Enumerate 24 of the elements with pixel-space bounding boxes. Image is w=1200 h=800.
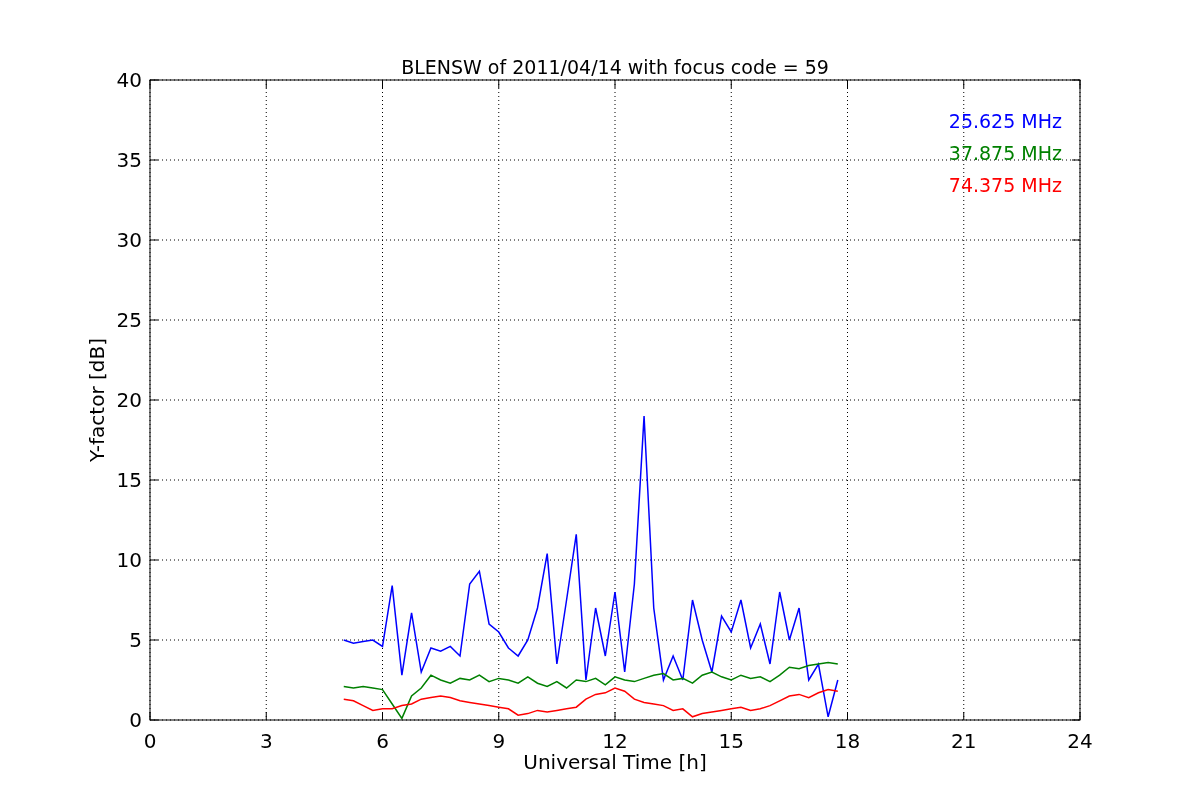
tick-label: 40	[116, 68, 142, 92]
tick-label: 30	[116, 228, 142, 252]
tick-label: 20	[116, 388, 142, 412]
legend-label: 25.625 MHz	[948, 110, 1062, 132]
tick-label: 5	[129, 628, 142, 652]
tick-label: 3	[259, 729, 273, 753]
tick-label: 12	[602, 729, 628, 753]
legend-label: 37.875 MHz	[948, 142, 1062, 164]
tick-label: 0	[143, 729, 157, 753]
tick-label: 15	[116, 468, 142, 492]
legend-label: 74.375 MHz	[948, 174, 1062, 196]
tick-label: 18	[834, 729, 861, 753]
chart-title: BLENSW of 2011/04/14 with focus code = 59	[401, 56, 829, 78]
tick-label: 25	[116, 308, 142, 332]
tick-label: 9	[492, 729, 506, 753]
tick-label: 0	[129, 708, 142, 732]
axis-label: Universal Time [h]	[523, 750, 707, 774]
tick-label: 15	[718, 729, 744, 753]
tick-label: 21	[951, 729, 977, 753]
tick-label: 10	[116, 548, 142, 572]
tick-label: 35	[116, 148, 142, 172]
axis-label: Y-factor [dB]	[85, 338, 109, 462]
tick-label: 24	[1067, 729, 1093, 753]
tick-label: 6	[376, 729, 389, 753]
